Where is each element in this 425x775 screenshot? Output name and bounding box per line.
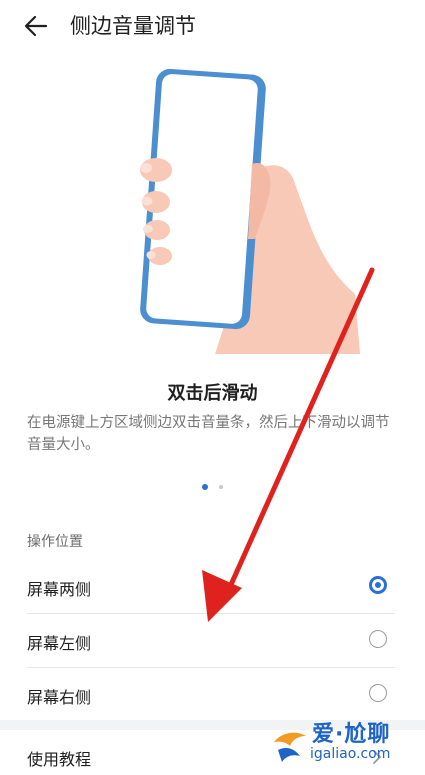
feature-title: 双击后滑动	[167, 383, 258, 404]
watermark-url: igaliao.com	[310, 746, 391, 762]
tutorial-label: 使用教程	[27, 750, 92, 769]
option-label: 屏幕左侧	[27, 634, 92, 653]
page-dot-active	[201, 483, 208, 490]
back-arrow-icon[interactable]	[22, 12, 50, 40]
phone-hand-illustration	[140, 68, 360, 354]
option-both-sides[interactable]: 屏幕两侧	[0, 560, 425, 614]
feature-description: 在电源键上方区域侧边双击音量条，然后上下滑动以调节音量大小。	[27, 415, 390, 453]
page-indicator	[0, 476, 425, 495]
app-bar: 侧边音量调节	[0, 0, 425, 52]
option-label: 屏幕两侧	[27, 580, 92, 599]
radio-unselected-icon[interactable]	[369, 630, 387, 648]
option-left-side[interactable]: 屏幕左侧	[0, 614, 425, 668]
watermark-text: 爱·尬聊	[312, 722, 391, 747]
option-label: 屏幕右侧	[27, 688, 92, 707]
bird-logo-icon	[274, 732, 306, 762]
radio-selected-icon[interactable]	[369, 576, 387, 594]
radio-unselected-icon[interactable]	[369, 684, 387, 702]
section-label-position: 操作位置	[27, 534, 83, 550]
page-dot-inactive	[219, 484, 224, 489]
page-title: 侧边音量调节	[70, 14, 196, 38]
watermark: 爱·尬聊 igaliao.com	[270, 710, 420, 770]
